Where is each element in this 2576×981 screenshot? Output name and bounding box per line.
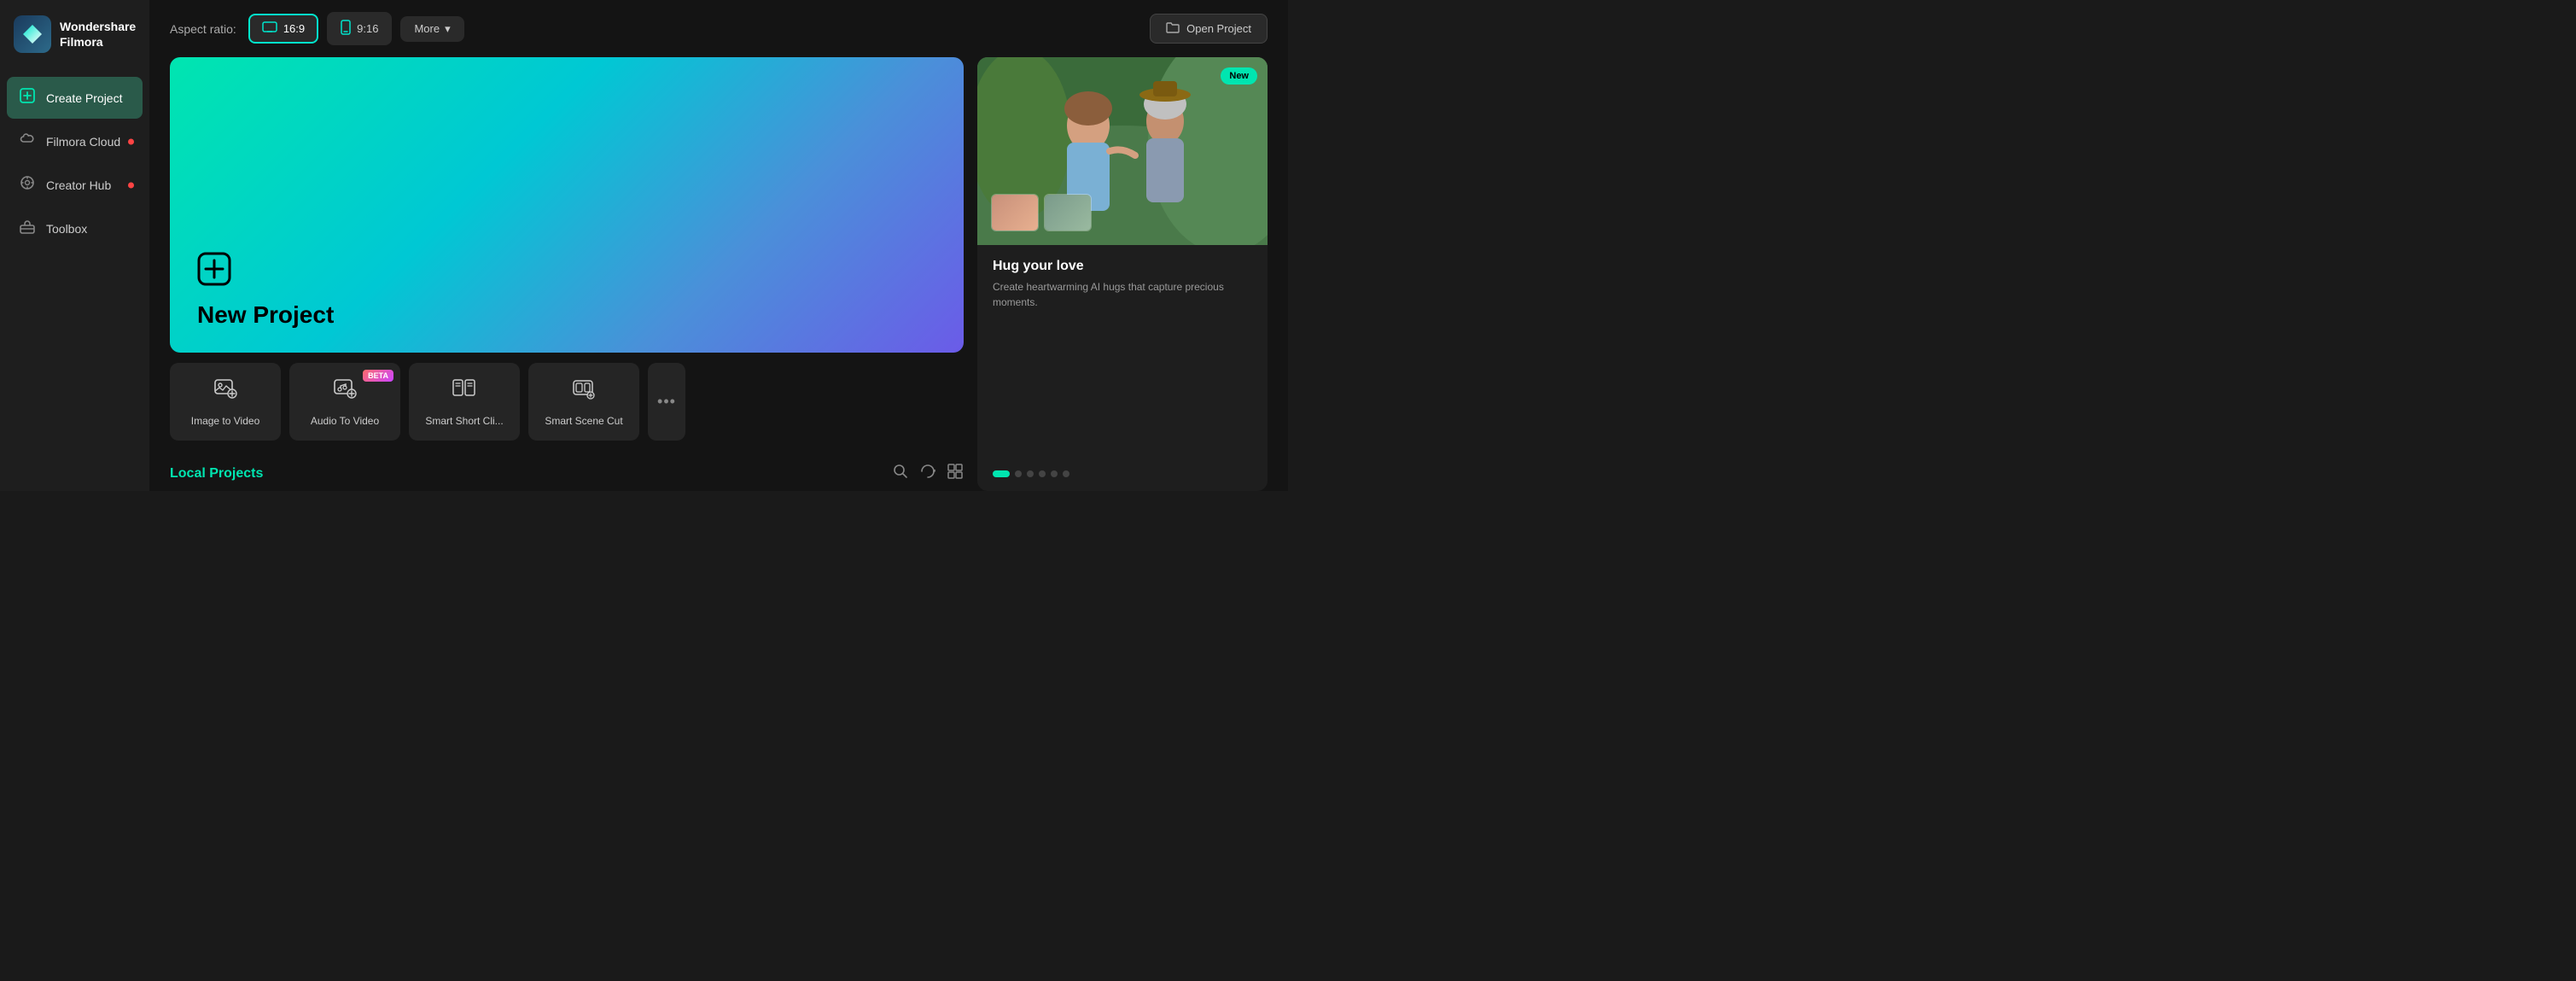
grid-view-icon[interactable] <box>947 463 964 484</box>
beta-badge: BETA <box>363 370 393 382</box>
featured-image: New <box>977 57 1268 245</box>
toolbox-icon <box>19 218 36 239</box>
tool-card-label: Smart Scene Cut <box>545 415 622 429</box>
thumbnail-2 <box>1044 194 1092 231</box>
sidebar-item-label: Toolbox <box>46 222 87 236</box>
notification-dot <box>128 138 134 144</box>
content-area: New Project <box>149 57 1288 491</box>
new-project-plus-icon <box>197 252 936 293</box>
cards-row: New Project <box>170 57 1268 491</box>
tool-cards-row: Image to Video BETA <box>170 363 964 441</box>
tool-card-image-to-video[interactable]: Image to Video <box>170 363 281 441</box>
audio-to-video-icon <box>333 377 357 406</box>
sidebar-item-creator-hub[interactable]: Creator Hub <box>7 164 143 206</box>
ellipsis-icon: ••• <box>657 393 676 411</box>
phone-icon <box>341 20 351 38</box>
featured-panel: New Hug your love Create heartwarming AI… <box>977 57 1268 491</box>
more-button[interactable]: More ▾ <box>400 16 463 42</box>
sidebar-item-label: Create Project <box>46 91 122 105</box>
featured-title: Hug your love <box>993 259 1252 274</box>
image-to-video-icon <box>213 377 237 406</box>
sidebar: Wondershare Filmora Create Project F <box>0 0 149 491</box>
thumbnail-1 <box>991 194 1039 231</box>
creator-hub-icon <box>19 174 36 196</box>
chevron-down-icon: ▾ <box>445 22 451 36</box>
new-project-card[interactable]: New Project <box>170 57 964 353</box>
open-project-label: Open Project <box>1186 22 1251 35</box>
sidebar-item-label: Filmora Cloud <box>46 135 120 149</box>
new-project-section: New Project <box>170 57 964 491</box>
local-projects-title: Local Projects <box>170 466 263 482</box>
more-tools-button[interactable]: ••• <box>648 363 685 441</box>
refresh-icon[interactable] <box>919 463 936 484</box>
featured-info: Hug your love Create heartwarming AI hug… <box>977 245 1268 470</box>
create-project-icon <box>19 87 36 108</box>
logo-diamond <box>23 25 42 44</box>
topbar: Aspect ratio: 16:9 9:16 <box>149 0 1288 57</box>
carousel-dot-4[interactable] <box>1051 470 1058 477</box>
aspect-label-16-9: 16:9 <box>283 22 305 35</box>
tool-card-smart-scene-cut[interactable]: Smart Scene Cut <box>528 363 639 441</box>
carousel-dot-5[interactable] <box>1063 470 1069 477</box>
app-logo: Wondershare Filmora <box>0 0 149 70</box>
open-project-button[interactable]: Open Project <box>1150 14 1268 44</box>
tool-card-smart-short-clip[interactable]: Smart Short Cli... <box>409 363 520 441</box>
tool-card-label: Smart Short Cli... <box>425 415 503 429</box>
monitor-icon <box>262 21 277 36</box>
sidebar-nav: Create Project Filmora Cloud <box>0 70 149 256</box>
smart-scene-cut-icon <box>572 377 596 406</box>
new-badge: New <box>1221 67 1257 85</box>
tool-card-audio-to-video[interactable]: BETA Audio To <box>289 363 400 441</box>
logo-icon <box>14 15 51 53</box>
new-project-title: New Project <box>197 301 936 329</box>
aspect-ratio-group: Aspect ratio: 16:9 9:16 <box>170 12 464 45</box>
carousel-dot-0[interactable] <box>993 470 1010 477</box>
sidebar-item-create-project[interactable]: Create Project <box>7 77 143 119</box>
sidebar-item-filmora-cloud[interactable]: Filmora Cloud <box>7 120 143 162</box>
aspect-ratio-label: Aspect ratio: <box>170 22 236 36</box>
notification-dot <box>128 182 134 188</box>
carousel-dot-1[interactable] <box>1015 470 1022 477</box>
search-icon[interactable] <box>892 463 909 484</box>
carousel-dot-3[interactable] <box>1039 470 1046 477</box>
aspect-btn-9-16[interactable]: 9:16 <box>327 12 392 45</box>
local-projects-header: Local Projects <box>170 451 964 491</box>
app-name: Wondershare Filmora <box>60 19 136 50</box>
main-content: Aspect ratio: 16:9 9:16 <box>149 0 1288 491</box>
folder-icon <box>1166 21 1180 36</box>
featured-description: Create heartwarming AI hugs that capture… <box>993 279 1252 310</box>
local-projects-actions <box>892 463 964 484</box>
more-label: More <box>414 22 440 35</box>
carousel-dot-2[interactable] <box>1027 470 1034 477</box>
tool-card-label: Audio To Video <box>311 415 379 429</box>
thumbnail-strip <box>991 194 1092 231</box>
cloud-icon <box>19 131 36 152</box>
tool-card-label: Image to Video <box>191 415 260 429</box>
aspect-label-9-16: 9:16 <box>357 22 378 35</box>
sidebar-item-label: Creator Hub <box>46 178 111 192</box>
smart-short-clip-icon <box>452 377 476 406</box>
sidebar-item-toolbox[interactable]: Toolbox <box>7 207 143 249</box>
carousel-dots <box>977 470 1268 491</box>
aspect-btn-16-9[interactable]: 16:9 <box>248 14 318 44</box>
